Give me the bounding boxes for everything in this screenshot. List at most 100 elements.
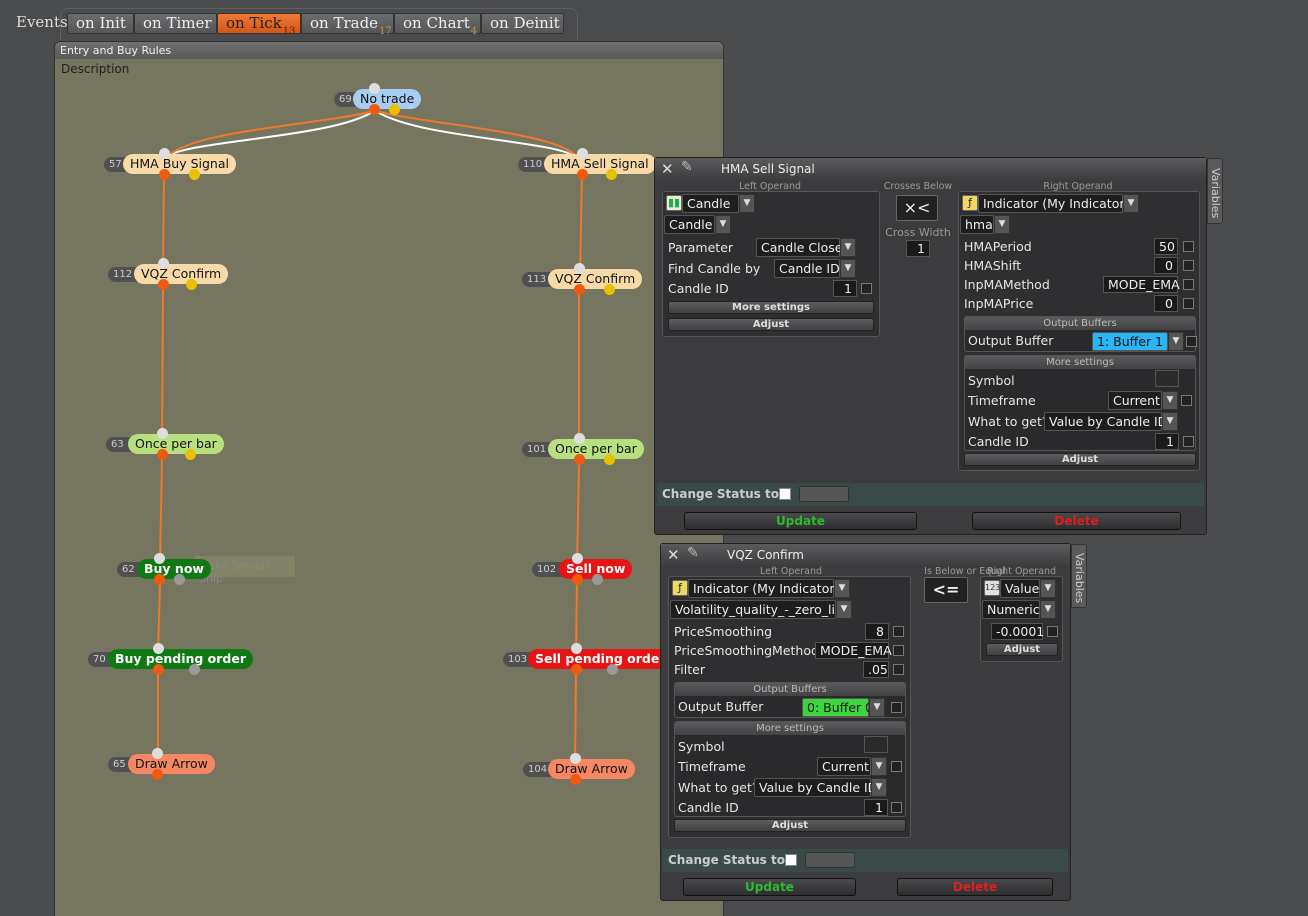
chevron-down-icon[interactable]: ▼ <box>994 215 1010 234</box>
node-output-port[interactable] <box>577 169 588 180</box>
adjust-button[interactable]: Adjust <box>668 318 874 331</box>
node-alt-port[interactable] <box>389 104 400 115</box>
chevron-down-icon[interactable]: ▼ <box>1162 391 1178 410</box>
candle-id-checkbox[interactable] <box>1183 436 1194 447</box>
param-input[interactable]: 8 <box>865 623 889 640</box>
parameter-select[interactable]: Candle Close <box>756 238 842 257</box>
chevron-down-icon[interactable]: ▼ <box>1040 600 1056 619</box>
adjust-button[interactable]: Adjust <box>986 643 1058 656</box>
node-input-port[interactable] <box>574 433 585 444</box>
what-to-get-select[interactable]: Value by Candle ID <box>1044 412 1167 431</box>
output-buffer-select[interactable]: 0: Buffer 0 <box>802 698 873 717</box>
delete-button[interactable]: Delete <box>972 512 1181 530</box>
tab-on-init[interactable]: on Init <box>67 13 134 34</box>
node-alt-port[interactable] <box>604 284 615 295</box>
node-output-port[interactable] <box>571 664 582 675</box>
panel-titlebar[interactable]: ✕ ✎ HMA Sell Signal <box>655 158 1206 180</box>
chevron-down-icon[interactable]: ▼ <box>1040 579 1056 598</box>
value-checkbox[interactable] <box>1047 626 1058 637</box>
node-input-port[interactable] <box>572 553 583 564</box>
timeframe-select[interactable]: Current <box>1108 391 1162 410</box>
change-status-checkbox[interactable] <box>779 488 791 500</box>
node-input-port[interactable] <box>574 263 585 274</box>
chevron-down-icon[interactable]: ▼ <box>739 194 755 213</box>
node-input-port[interactable] <box>157 428 168 439</box>
pin-icon[interactable]: ✎ <box>681 159 693 175</box>
change-status-field[interactable] <box>805 852 855 868</box>
value-input[interactable]: -0.0001 <box>991 623 1044 640</box>
variables-tab[interactable]: Variables <box>1071 544 1087 608</box>
node-alt-port[interactable] <box>606 169 617 180</box>
node-input-port[interactable] <box>158 258 169 269</box>
param-checkbox[interactable] <box>893 645 904 656</box>
chevron-down-icon[interactable]: ▼ <box>715 215 731 234</box>
node-alt-port[interactable] <box>607 664 618 675</box>
chevron-down-icon[interactable]: ▼ <box>840 238 856 257</box>
find-candle-select[interactable]: Candle ID <box>774 259 840 278</box>
delete-button[interactable]: Delete <box>897 878 1053 896</box>
symbol-input[interactable] <box>1155 370 1179 387</box>
candle-id-input[interactable]: 1 <box>1155 433 1179 450</box>
operand-type-select[interactable]: Indicator (My Indicators) <box>688 579 846 598</box>
chevron-down-icon[interactable]: ▼ <box>836 600 852 619</box>
chevron-down-icon[interactable]: ▼ <box>871 757 887 776</box>
close-icon[interactable]: ✕ <box>661 160 674 178</box>
node-input-port[interactable] <box>159 148 170 159</box>
tab-on-trade[interactable]: on Trade17 <box>301 13 394 37</box>
operand-type-select[interactable]: Indicator (My Indicators) <box>978 194 1136 213</box>
value-type-select[interactable]: Numeric <box>982 600 1040 619</box>
node-alt-port[interactable] <box>592 574 603 585</box>
candle-id-checkbox[interactable] <box>891 802 902 813</box>
indicator-select[interactable]: Volatility_quality_-_zero_line <box>670 600 851 619</box>
node-input-port[interactable] <box>369 83 380 94</box>
param-input[interactable]: 0 <box>1154 295 1178 312</box>
adjust-button[interactable]: Adjust <box>964 453 1196 466</box>
change-status-checkbox[interactable] <box>785 854 797 866</box>
node-input-port[interactable] <box>571 643 582 654</box>
param-checkbox[interactable] <box>1183 241 1194 252</box>
node-alt-port[interactable] <box>186 279 197 290</box>
node-input-port[interactable] <box>577 148 588 159</box>
param-input[interactable]: 0 <box>1154 257 1178 274</box>
indicator-select[interactable]: hma <box>960 215 994 234</box>
param-input[interactable]: MODE_EMA <box>1103 276 1180 293</box>
close-icon[interactable]: ✕ <box>667 546 680 564</box>
param-checkbox[interactable] <box>1183 279 1194 290</box>
node-output-port[interactable] <box>572 574 583 585</box>
adjust-button[interactable]: Adjust <box>674 819 906 832</box>
node-output-port[interactable] <box>369 104 380 115</box>
operand-subtype-select[interactable]: Candle <box>664 215 715 234</box>
tab-on-deinit[interactable]: on Deinit <box>481 13 564 34</box>
node-input-port[interactable] <box>152 748 163 759</box>
symbol-input[interactable] <box>864 736 888 753</box>
output-buffer-checkbox[interactable] <box>891 702 902 713</box>
canvas-description[interactable]: Description <box>61 62 129 76</box>
param-checkbox[interactable] <box>893 664 904 675</box>
pin-icon[interactable]: ✎ <box>687 545 699 561</box>
node-output-port[interactable] <box>574 454 585 465</box>
chevron-down-icon[interactable]: ▼ <box>1162 412 1178 431</box>
node-output-port[interactable] <box>152 769 163 780</box>
candle-id-input[interactable]: 1 <box>864 799 888 816</box>
node-alt-port[interactable] <box>185 449 196 460</box>
chevron-down-icon[interactable]: ▼ <box>1123 194 1139 213</box>
node-alt-port[interactable] <box>604 454 615 465</box>
panel-titlebar[interactable]: ✕ ✎ VQZ Confirm <box>661 544 1070 566</box>
param-checkbox[interactable] <box>1183 260 1194 271</box>
param-input[interactable]: 50 <box>1154 238 1178 255</box>
candle-id-checkbox[interactable] <box>861 283 872 294</box>
tab-on-timer[interactable]: on Timer <box>134 13 217 34</box>
chevron-down-icon[interactable]: ▼ <box>869 698 885 717</box>
node-output-port[interactable] <box>570 774 581 785</box>
node-output-port[interactable] <box>158 279 169 290</box>
param-checkbox[interactable] <box>893 626 904 637</box>
update-button[interactable]: Update <box>683 878 856 896</box>
param-input[interactable]: MODE_EMA <box>815 642 892 659</box>
below-or-equal-operator[interactable]: <= <box>924 577 968 603</box>
node-input-port[interactable] <box>154 553 165 564</box>
operand-type-select[interactable]: Candle <box>682 194 739 213</box>
node-output-port[interactable] <box>153 664 164 675</box>
output-buffer-checkbox[interactable] <box>1186 336 1197 347</box>
timeframe-checkbox[interactable] <box>1181 395 1192 406</box>
cross-width-input[interactable]: 1 <box>906 240 930 257</box>
